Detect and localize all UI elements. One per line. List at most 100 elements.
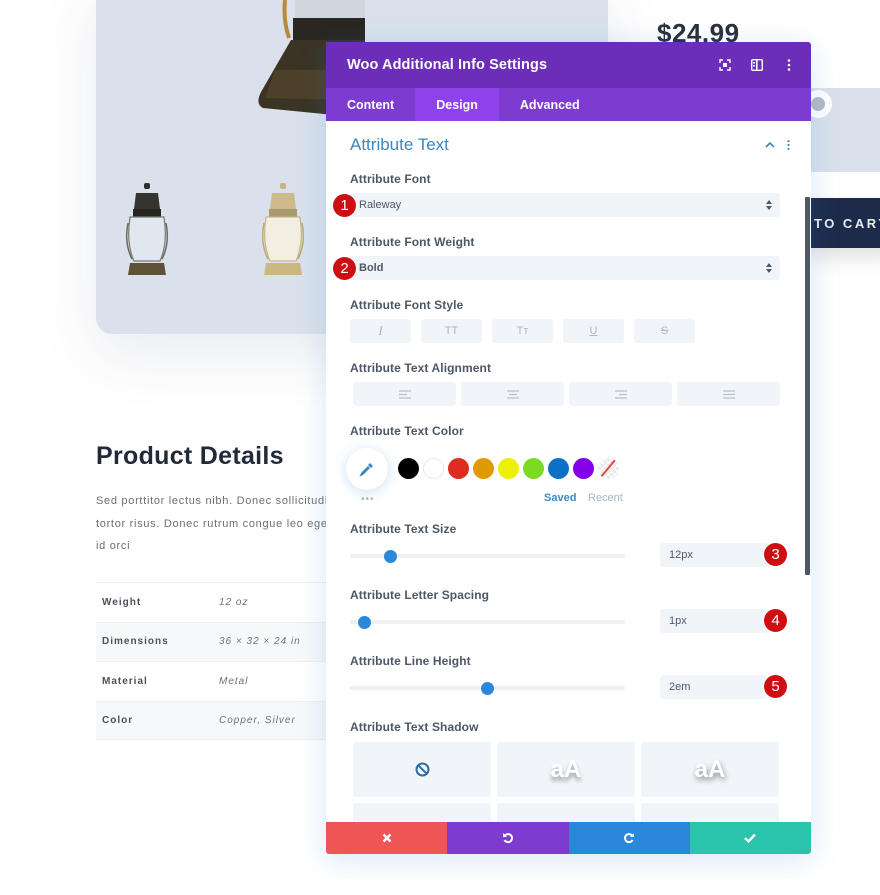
color-swatch[interactable]	[523, 458, 544, 479]
thumbnail-dark-lantern[interactable]	[122, 183, 172, 279]
field-label: Attribute Text Size	[350, 522, 457, 536]
settings-modal: Woo Additional Info Settings Content Des…	[326, 42, 811, 854]
saved-colors-tab[interactable]: Saved	[544, 492, 576, 504]
attribute-value: Metal	[219, 675, 249, 687]
text-size-input[interactable]: 12px	[660, 543, 768, 567]
color-swatch[interactable]	[573, 458, 594, 479]
align-left-button[interactable]	[353, 382, 456, 406]
attribute-label: Dimensions	[102, 636, 169, 648]
line-height-input[interactable]: 2em	[660, 675, 768, 699]
step-badge: 1	[333, 194, 356, 217]
attribute-value: 36 × 32 × 24 in	[219, 636, 301, 648]
redo-icon	[624, 833, 635, 844]
redo-button[interactable]	[568, 822, 690, 854]
split-view-icon[interactable]	[741, 42, 773, 88]
badge-icon	[811, 97, 825, 111]
table-row: Color Copper, Silver	[96, 700, 336, 740]
recent-colors-tab[interactable]: Recent	[588, 492, 623, 504]
field-label: Attribute Font	[350, 172, 431, 186]
align-left-icon	[398, 389, 411, 399]
section-more-icon[interactable]	[781, 136, 795, 154]
step-badge: 5	[764, 675, 787, 698]
chevron-up-icon[interactable]	[761, 136, 779, 154]
field-attribute-text-size: Attribute Text Size 12px 3	[350, 522, 787, 567]
font-weight-select-value: Bold	[359, 262, 384, 274]
close-icon	[382, 833, 391, 843]
field-attribute-text-color: Attribute Text Color ••• Saved Recent	[346, 424, 782, 505]
modal-title: Woo Additional Info Settings	[347, 57, 548, 73]
swatch-transparent[interactable]	[598, 458, 619, 479]
tab-content[interactable]: Content	[326, 88, 415, 121]
letter-spacing-input[interactable]: 1px	[660, 609, 768, 633]
field-label: Attribute Text Color	[350, 424, 464, 438]
strikethrough-button[interactable]: S	[634, 319, 695, 343]
font-select[interactable]: Raleway	[350, 193, 780, 217]
font-select-value: Raleway	[359, 199, 402, 211]
undo-icon	[502, 833, 513, 844]
field-label: Attribute Text Alignment	[350, 361, 492, 375]
underline-button[interactable]: U	[563, 319, 624, 343]
section-title: Attribute Text	[350, 135, 449, 154]
product-details-title: Product Details	[96, 442, 284, 470]
field-label: Attribute Font Weight	[350, 235, 475, 249]
modal-scrollbar[interactable]	[805, 197, 810, 575]
align-center-icon	[506, 389, 519, 399]
undo-button[interactable]	[447, 822, 569, 854]
tab-bar: Content Design Advanced	[326, 88, 811, 121]
underline-icon: U	[589, 325, 598, 337]
text-size-slider[interactable]	[350, 549, 625, 563]
more-vertical-icon[interactable]	[773, 42, 805, 88]
slider-thumb[interactable]	[481, 681, 494, 695]
attribute-label: Weight	[102, 596, 142, 608]
select-arrows-icon	[766, 263, 772, 273]
letter-spacing-slider[interactable]	[350, 615, 625, 629]
cancel-button[interactable]	[326, 822, 448, 854]
color-swatch[interactable]	[398, 458, 419, 479]
shadow-preset-3[interactable]	[353, 803, 491, 822]
field-attribute-font-weight: Attribute Font Weight Bold 2	[333, 235, 782, 280]
color-swatch[interactable]	[498, 458, 519, 479]
uppercase-button[interactable]: TT	[421, 319, 482, 343]
slider-thumb[interactable]	[384, 549, 398, 563]
align-right-icon	[614, 389, 627, 399]
color-picker-button[interactable]	[346, 448, 388, 490]
attribute-label: Material	[102, 675, 148, 687]
italic-icon: I	[378, 323, 383, 338]
modal-header[interactable]: Woo Additional Info Settings	[326, 42, 811, 88]
color-swatch[interactable]	[548, 458, 569, 479]
more-colors-button[interactable]: •••	[361, 494, 375, 505]
shadow-preset-2[interactable]: aA	[641, 742, 779, 797]
color-swatch[interactable]	[423, 458, 444, 479]
product-description: Sed porttitor lectus nibh. Donec sollici…	[96, 490, 336, 558]
color-swatch[interactable]	[473, 458, 494, 479]
attribute-value: Copper, Silver	[219, 714, 296, 726]
slider-thumb[interactable]	[357, 615, 371, 629]
align-right-button[interactable]	[569, 382, 672, 406]
field-attribute-text-alignment: Attribute Text Alignment	[350, 361, 782, 406]
select-arrows-icon	[766, 200, 772, 210]
align-justify-button[interactable]	[677, 382, 780, 406]
shadow-sample-text: aA	[694, 755, 726, 783]
align-center-button[interactable]	[461, 382, 564, 406]
font-style-buttons: I TT Tт U S	[350, 319, 695, 343]
font-weight-select[interactable]: Bold	[350, 256, 780, 280]
tab-advanced[interactable]: Advanced	[499, 88, 601, 121]
field-attribute-font: Attribute Font Raleway 1	[333, 172, 782, 217]
capitalize-button[interactable]: Tт	[492, 319, 553, 343]
tab-design[interactable]: Design	[415, 88, 499, 121]
color-swatch[interactable]	[448, 458, 469, 479]
save-button[interactable]	[689, 822, 811, 854]
thumbnail-gold-lantern[interactable]	[258, 183, 308, 279]
focus-icon[interactable]	[709, 42, 741, 88]
step-badge: 3	[764, 543, 787, 566]
line-height-slider[interactable]	[350, 681, 625, 695]
shadow-none-option[interactable]	[353, 742, 491, 797]
section-header-attribute-text[interactable]: Attribute Text	[326, 121, 811, 169]
field-attribute-line-height: Attribute Line Height 2em 5	[350, 654, 787, 699]
attribute-label: Color	[102, 714, 134, 726]
shadow-preset-5[interactable]	[641, 803, 779, 822]
shadow-preset-4[interactable]	[497, 803, 635, 822]
italic-button[interactable]: I	[350, 319, 411, 343]
shadow-preset-1[interactable]: aA	[497, 742, 635, 797]
add-to-cart-button[interactable]: TO CART	[806, 198, 880, 248]
